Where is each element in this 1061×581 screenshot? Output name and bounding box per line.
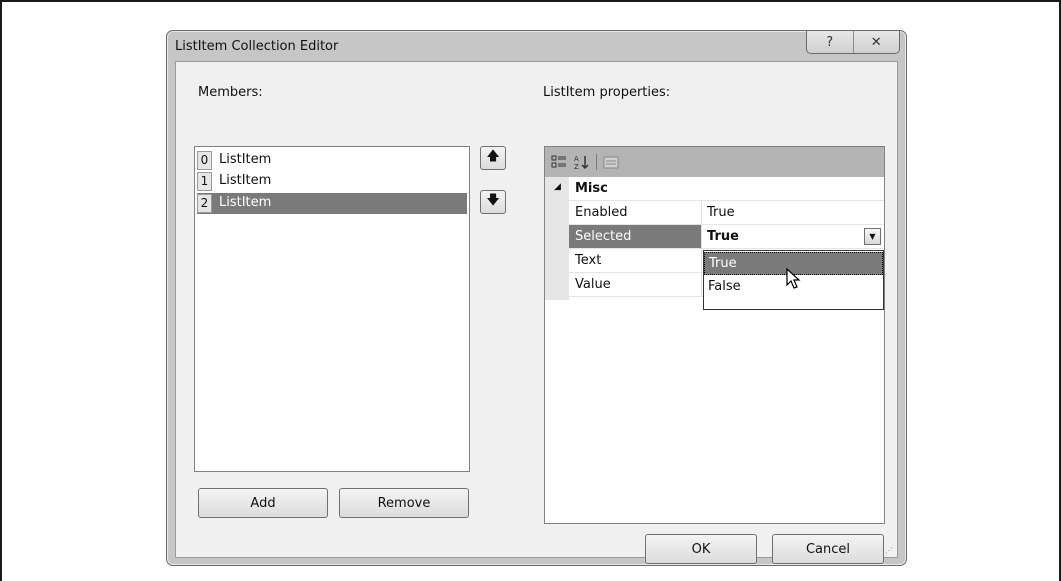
cancel-button[interactable]: Cancel [772,534,884,564]
column-splitter [701,249,702,273]
add-button[interactable]: Add [198,488,328,518]
category-row-misc[interactable]: ◢ Misc [545,177,884,201]
move-down-button[interactable]: 🡇 [480,190,506,214]
list-item[interactable]: 1 ListItem [197,171,467,192]
property-pages-icon[interactable] [603,154,619,170]
property-grid-toolbar: A Z [545,147,884,177]
mouse-pointer-icon [786,267,802,294]
item-index: 0 [197,151,212,170]
column-splitter [701,225,702,249]
remove-button-label: Remove [377,495,431,511]
option-label: False [708,279,741,294]
caption-buttons: ? ✕ [806,31,900,54]
members-label: Members: [198,85,263,100]
page-frame-left [0,0,2,581]
close-button[interactable]: ✕ [854,31,900,53]
collapse-triangle-icon[interactable]: ◢ [554,182,561,192]
dropdown-button[interactable]: ▼ [864,228,881,245]
ok-button-label: OK [691,541,711,557]
arrow-down-icon: 🡇 [486,193,500,208]
category-label: Misc [575,181,608,196]
item-index: 1 [197,172,212,191]
column-splitter [701,201,702,225]
property-name: Selected [575,229,632,244]
properties-label: ListItem properties: [543,85,671,100]
categorized-icon[interactable] [551,154,567,170]
property-grid[interactable]: A Z ◢ Misc Enabled True Selected True ▼ … [544,146,885,524]
property-value-editor[interactable]: True [707,229,739,244]
dialog-client-area: Members: 0 ListItem 1 ListItem 2 ListIte… [175,61,898,564]
ok-button[interactable]: OK [645,534,757,564]
add-button-label: Add [250,495,276,511]
alphabetical-icon[interactable]: A Z [573,154,589,170]
toolbar-separator [596,154,597,170]
property-name: Enabled [575,205,628,220]
column-splitter [701,273,702,297]
option-label: True [709,256,737,271]
listitem-collection-editor-dialog: ListItem Collection Editor ? ✕ Members: … [166,30,907,566]
dialog-title: ListItem Collection Editor [175,39,339,54]
title-bar[interactable]: ListItem Collection Editor ? ✕ [167,31,906,61]
item-label: ListItem [219,173,272,188]
svg-text:A: A [574,155,579,163]
arrow-up-icon: 🡅 [486,149,500,164]
property-row-selected[interactable]: Selected True ▼ [569,225,884,249]
property-name: Text [575,253,602,268]
members-listbox[interactable]: 0 ListItem 1 ListItem 2 ListItem [194,146,470,472]
property-name: Value [575,277,611,292]
help-button[interactable]: ? [807,31,854,53]
resize-grip-icon[interactable]: ⋰ [885,546,893,555]
svg-text:Z: Z [574,163,579,170]
move-up-button[interactable]: 🡅 [480,146,506,170]
cancel-button-label: Cancel [805,541,851,557]
list-item-selected[interactable]: 2 ListItem [197,193,467,214]
help-icon: ? [826,34,834,50]
item-label: ListItem [219,152,272,167]
property-value[interactable]: True [707,205,735,220]
property-row-enabled[interactable]: Enabled True [569,201,884,225]
chevron-down-icon: ▼ [869,232,876,241]
item-label: ListItem [219,195,272,210]
close-icon: ✕ [870,34,882,50]
page-frame-top [0,0,1061,2]
list-item[interactable]: 0 ListItem [197,150,467,171]
remove-button[interactable]: Remove [339,488,469,518]
item-index: 2 [197,194,212,213]
